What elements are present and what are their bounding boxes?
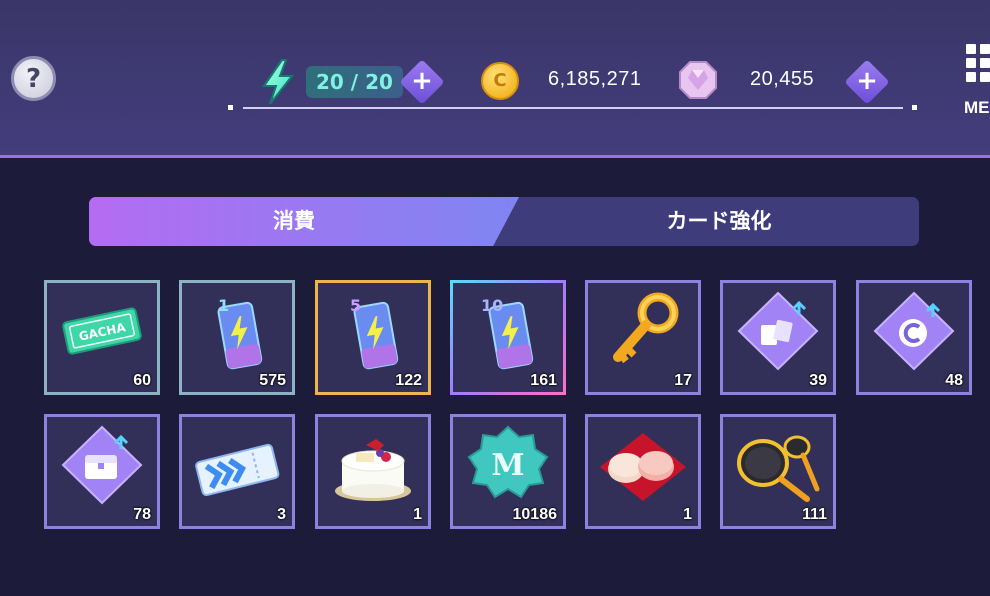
medal-letter: M [491, 448, 524, 483]
item-chest-upgrade[interactable]: 78 [44, 414, 160, 529]
question-icon: ? [25, 63, 42, 94]
item-skip-ticket[interactable]: 3 [179, 414, 295, 529]
menu-label: ME [964, 98, 990, 117]
divider-dot-left [228, 105, 233, 110]
item-count: 10186 [512, 506, 558, 523]
gacha-ticket-icon: GACHA [62, 307, 142, 355]
help-button[interactable]: ? [11, 56, 56, 101]
tab-card-upgrade[interactable]: カード強化 [519, 197, 919, 246]
key-icon [613, 292, 679, 364]
energy-counter: 20 / 20 [306, 66, 403, 98]
item-count: 39 [809, 372, 827, 389]
item-count: 78 [133, 506, 151, 523]
add-gems-button[interactable]: + [844, 59, 890, 105]
energy-can-label: 10 [481, 296, 503, 315]
skip-ticket-icon [195, 443, 280, 497]
divider-dot-right [912, 105, 917, 110]
item-count: 1 [413, 506, 422, 523]
add-energy-button[interactable]: + [399, 59, 445, 105]
item-count: 575 [259, 372, 286, 389]
gem-icon [679, 61, 717, 99]
category-tabs: 消費 カード強化 [89, 197, 919, 246]
coin-icon: C [481, 62, 519, 100]
item-energy-drink-5[interactable]: 5 122 [315, 280, 431, 395]
item-count: 1 [683, 506, 692, 523]
item-coin-upgrade[interactable]: 48 [856, 280, 972, 395]
item-count: 3 [277, 506, 286, 523]
item-birthday-cake[interactable]: 1 [315, 414, 431, 529]
plus-icon: + [856, 66, 878, 96]
item-count: 111 [802, 506, 827, 523]
tab-consume-label[interactable]: 消費 [89, 197, 499, 246]
item-count: 17 [674, 372, 692, 389]
energy-can-icon: 1 [217, 296, 263, 370]
item-frying-pan[interactable]: 111 [720, 414, 836, 529]
coin-counter: 6,185,271 [548, 68, 642, 90]
item-count: 122 [395, 372, 422, 389]
gem-counter: 20,455 [750, 68, 815, 90]
item-count: 161 [530, 372, 557, 389]
item-card-upgrade[interactable]: 39 [720, 280, 836, 395]
item-count: 60 [133, 372, 151, 389]
menu-button[interactable]: ME [964, 44, 990, 124]
resource-divider [243, 107, 903, 109]
energy-can-icon: 5 [350, 296, 399, 370]
chest-upgrade-icon [61, 425, 143, 505]
item-count: 48 [945, 372, 963, 389]
lightning-icon [262, 59, 295, 105]
top-bar: ? 20 / 20 + C 6,185,271 20,455 + ME [0, 0, 990, 158]
item-energy-drink-10[interactable]: 10 161 [450, 280, 566, 395]
medal-icon: M [467, 425, 549, 499]
item-m-medal[interactable]: M 10186 [450, 414, 566, 529]
coin-upgrade-icon [873, 291, 955, 371]
menu-grid-icon [966, 44, 990, 82]
item-gacha-ticket[interactable]: GACHA 60 [44, 280, 160, 395]
macaron-icon [600, 433, 686, 501]
cake-icon [335, 439, 411, 501]
card-upgrade-icon [737, 291, 819, 371]
item-energy-drink-1[interactable]: 1 575 [179, 280, 295, 395]
item-gold-key[interactable]: 17 [585, 280, 701, 395]
item-macarons[interactable]: 1 [585, 414, 701, 529]
energy-can-label: 5 [350, 296, 361, 315]
energy-can-label: 1 [218, 296, 229, 315]
frying-pan-icon [737, 435, 820, 502]
plus-icon: + [411, 66, 433, 96]
energy-can-icon: 10 [481, 296, 534, 370]
